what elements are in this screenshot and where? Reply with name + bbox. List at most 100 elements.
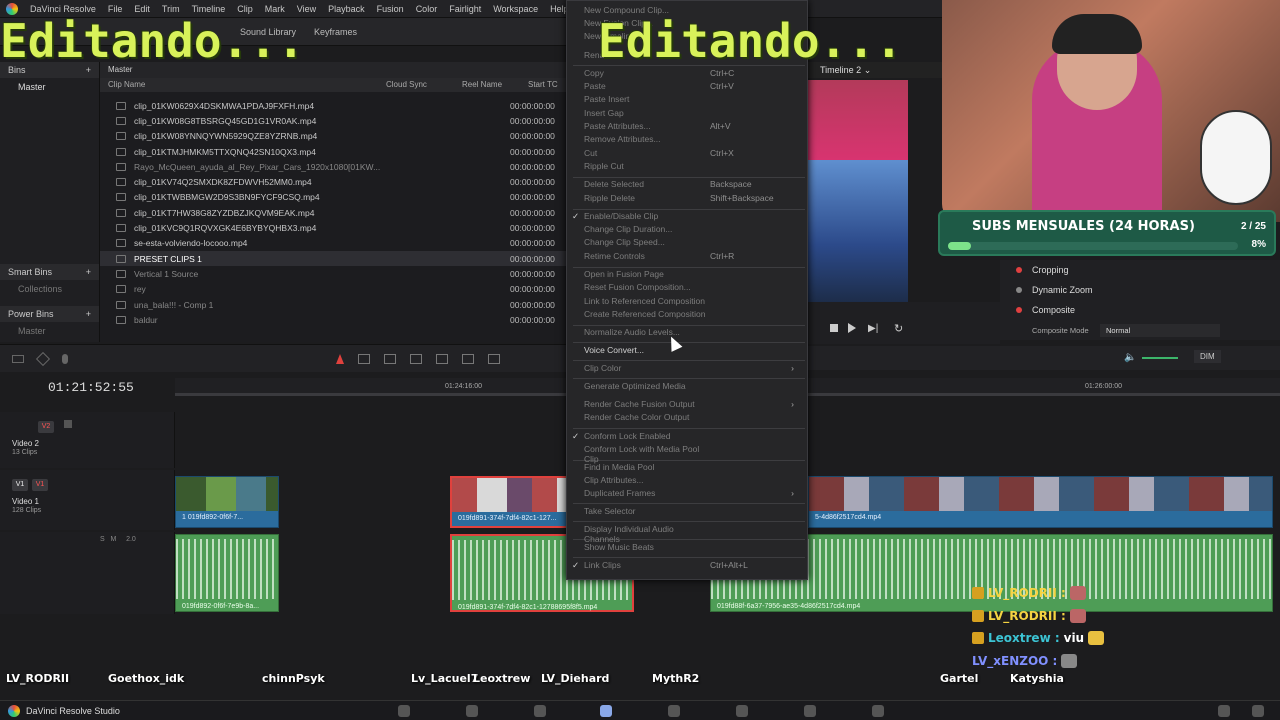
- edit-page-icon[interactable]: [534, 705, 546, 717]
- clip-row[interactable]: clip_01KW0629X4DSKMWA1PDAJ9FXFH.mp4 00:00…: [100, 98, 566, 113]
- timeline-video-clip[interactable]: 019fd891-374f-7df4-82c1-127...: [450, 476, 568, 528]
- v2-badge[interactable]: V2: [38, 421, 54, 433]
- deliver-page-icon[interactable]: [804, 705, 816, 717]
- home-icon[interactable]: [1218, 705, 1230, 717]
- razor-icon[interactable]: [35, 351, 51, 366]
- clip-row[interactable]: una_bala!!! - Comp 1 00:00:00:00: [100, 297, 566, 312]
- menu-item-voice-convert[interactable]: Voice Convert...: [584, 345, 806, 358]
- trim-tool-icon[interactable]: [358, 353, 370, 364]
- edit-mode-icon[interactable]: [12, 354, 24, 363]
- solo-button[interactable]: S: [100, 536, 105, 543]
- enable-dot-icon[interactable]: [1016, 287, 1022, 293]
- clip-row[interactable]: clip_01KW08G8TBSRGQ45GD1G1VR0AK.mp4 00:00…: [100, 113, 566, 128]
- menu-item-change-clip-speed[interactable]: Change Clip Speed...: [584, 237, 806, 250]
- insert-icon[interactable]: [410, 353, 422, 364]
- cut-page-icon[interactable]: [466, 705, 478, 717]
- col-start-tc[interactable]: Start TC: [528, 78, 558, 92]
- col-clip-name[interactable]: Clip Name: [100, 78, 386, 92]
- menu-item-open-in-fusion-page[interactable]: Open in Fusion Page: [584, 269, 806, 282]
- clip-row[interactable]: clip_01KTMJHMKM5TTXQNQ42SN10QX3.mp4 00:00…: [100, 144, 566, 159]
- stop-icon[interactable]: [830, 324, 838, 332]
- clip-row[interactable]: clip_01KTWBBMGW2D9S3BN9FYCF9CSQ.mp4 00:00…: [100, 190, 566, 205]
- menu-app[interactable]: DaVinci Resolve: [30, 4, 96, 14]
- menu-playback[interactable]: Playback: [328, 4, 365, 14]
- menu-workspace[interactable]: Workspace: [493, 4, 538, 14]
- add-smart-bin-icon[interactable]: +: [86, 267, 91, 277]
- timeline-video-clip[interactable]: 5-4d86f2517cd4.mp4: [808, 476, 1273, 528]
- v1-badge[interactable]: V1: [32, 479, 48, 491]
- fusion-page-icon[interactable]: [600, 705, 612, 717]
- col-reel-name[interactable]: Reel Name: [462, 78, 528, 92]
- color-page-icon[interactable]: [668, 705, 680, 717]
- menu-item-remove-attributes[interactable]: Remove Attributes...: [584, 134, 806, 147]
- menu-item-link-clips[interactable]: ✓ Link Clips Ctrl+Alt+L: [572, 560, 806, 573]
- menu-item-ripple-delete[interactable]: Ripple Delete Shift+Backspace: [584, 193, 806, 206]
- menu-item-duplicated-frames[interactable]: Duplicated Frames ›: [584, 488, 806, 501]
- keyframes-button[interactable]: Keyframes: [314, 27, 357, 37]
- menu-item-enable-disable-clip[interactable]: ✓ Enable/Disable Clip: [572, 211, 806, 224]
- timeline-video-clip[interactable]: 1 019fd892-0f6f-7...: [175, 476, 279, 528]
- menu-clip[interactable]: Clip: [237, 4, 253, 14]
- menu-item-delete-selected[interactable]: Delete Selected Backspace: [584, 179, 806, 192]
- menu-mark[interactable]: Mark: [265, 4, 285, 14]
- bin-collections[interactable]: Collections: [0, 280, 99, 298]
- menu-edit[interactable]: Edit: [134, 4, 150, 14]
- menu-item-paste[interactable]: Paste Ctrl+V: [584, 81, 806, 94]
- menu-item-create-referenced-composition[interactable]: Create Referenced Composition: [584, 309, 806, 322]
- col-cloud-sync[interactable]: Cloud Sync: [386, 78, 462, 92]
- menu-item-render-cache-color-output[interactable]: Render Cache Color Output: [584, 412, 806, 425]
- clip-row[interactable]: baldur 00:00:00:00: [100, 312, 566, 327]
- clip-row[interactable]: rey 00:00:00:00: [100, 282, 566, 297]
- dim-button[interactable]: DIM: [1194, 350, 1221, 363]
- speaker-icon[interactable]: 🔈: [1124, 352, 1136, 363]
- clip-row[interactable]: clip_01KT7HW38G8ZYZDBZJKQVM9EAK.mp4 00:00…: [100, 205, 566, 220]
- overwrite-icon[interactable]: [436, 353, 448, 364]
- menu-item-paste-insert[interactable]: Paste Insert: [584, 94, 806, 107]
- menu-item-display-individual-audio-channels[interactable]: Display Individual Audio Channels: [584, 524, 806, 544]
- settings-gear-icon[interactable]: [1252, 705, 1264, 717]
- menu-item-generate-optimized-media[interactable]: Generate Optimized Media: [584, 381, 806, 394]
- menu-item-paste-attributes[interactable]: Paste Attributes... Alt+V: [584, 121, 806, 134]
- menu-item-copy[interactable]: Copy Ctrl+C: [584, 68, 806, 81]
- program-viewer[interactable]: [808, 80, 908, 302]
- blade-tool-icon[interactable]: [384, 353, 396, 364]
- menu-item-conform-lock-enabled[interactable]: ✓ Conform Lock Enabled: [572, 431, 806, 444]
- menu-file[interactable]: File: [108, 4, 123, 14]
- select-tool-icon[interactable]: [336, 353, 344, 364]
- menu-item-reset-fusion-composition[interactable]: Reset Fusion Composition...: [584, 282, 806, 295]
- menu-item-normalize-audio-levels[interactable]: Normalize Audio Levels...: [584, 327, 806, 340]
- menu-view[interactable]: View: [297, 4, 316, 14]
- menu-color[interactable]: Color: [416, 4, 438, 14]
- menu-item-conform-lock-with-media-pool-clip[interactable]: Conform Lock with Media Pool Clip: [584, 444, 806, 464]
- media-page-icon[interactable]: [398, 705, 410, 717]
- menu-item-clip-attributes[interactable]: Clip Attributes...: [584, 475, 806, 488]
- bin-power-master[interactable]: Master: [0, 322, 99, 340]
- loop-icon[interactable]: ↻: [894, 322, 903, 335]
- music-page-icon[interactable]: [872, 705, 884, 717]
- clip-row[interactable]: clip_01KVC9Q1RQVXGK4E6BYBYQHBX3.mp4 00:00…: [100, 220, 566, 235]
- menu-trim[interactable]: Trim: [162, 4, 180, 14]
- menu-item-ripple-cut[interactable]: Ripple Cut: [584, 161, 806, 174]
- mic-icon[interactable]: [62, 353, 68, 364]
- menu-item-render-cache-fusion-output[interactable]: Render Cache Fusion Output ›: [584, 399, 806, 412]
- clip-row[interactable]: se-esta-volviendo-locooo.mp4 00:00:00:00: [100, 236, 566, 251]
- v1-source-badge[interactable]: V1: [12, 479, 28, 491]
- menu-item-change-clip-duration[interactable]: Change Clip Duration...: [584, 224, 806, 237]
- bin-master[interactable]: Master: [0, 78, 99, 96]
- snapping-icon[interactable]: [488, 353, 500, 364]
- menu-item-link-to-referenced-composition[interactable]: Link to Referenced Composition: [584, 296, 806, 309]
- clip-row[interactable]: Vertical 1 Source 00:00:00:00: [100, 266, 566, 281]
- menu-fairlight[interactable]: Fairlight: [449, 4, 481, 14]
- lock-icon[interactable]: [64, 420, 72, 428]
- menu-item-insert-gap[interactable]: Insert Gap: [584, 108, 806, 121]
- inspector-composite[interactable]: Composite: [1000, 300, 1280, 320]
- clip-row[interactable]: clip_01KW08YNNQYWN5929QZE8YZRNB.mp4 00:00…: [100, 129, 566, 144]
- clip-row[interactable]: PRESET CLIPS 1 00:00:00:00: [100, 250, 566, 267]
- menu-item-cut[interactable]: Cut Ctrl+X: [584, 148, 806, 161]
- volume-slider[interactable]: [1142, 357, 1178, 359]
- replace-icon[interactable]: [462, 353, 474, 364]
- menu-item-retime-controls[interactable]: Retime Controls Ctrl+R: [584, 251, 806, 264]
- mute-button[interactable]: M: [111, 536, 117, 543]
- clip-row[interactable]: clip_01KV74Q2SMXDK8ZFDWVH52MM0.mp4 00:00:…: [100, 174, 566, 189]
- menu-item-show-music-beats[interactable]: Show Music Beats: [584, 542, 806, 555]
